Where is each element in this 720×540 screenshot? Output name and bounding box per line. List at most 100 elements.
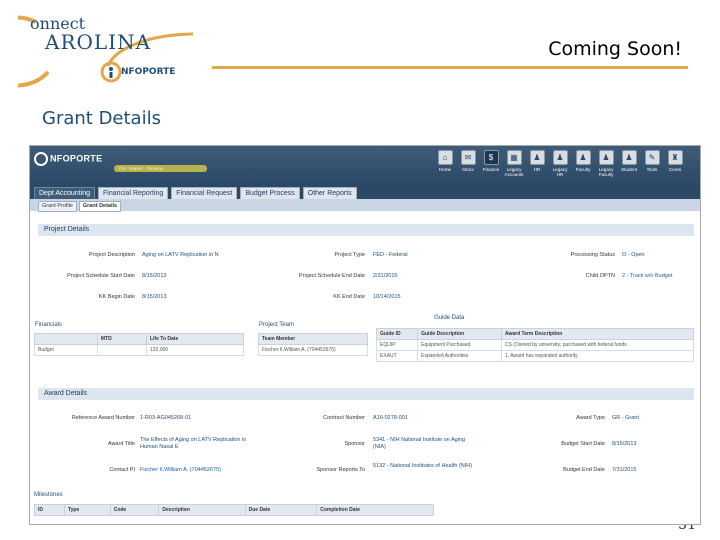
child-optn-link[interactable]: 2 - Track w/o Budget <box>622 273 672 279</box>
module-inbox[interactable]: ✉ Inbox <box>457 150 479 177</box>
field-value: 7/31/2015 <box>612 467 637 473</box>
field-value: 8/15/2013 <box>142 273 167 279</box>
column-header: Guide Description <box>417 328 502 340</box>
field-label: Project Schedule End Date <box>298 273 365 279</box>
column-header: Team Member <box>258 333 368 345</box>
dollar-icon: $ <box>483 150 499 165</box>
module-finance[interactable]: $ Finance <box>480 150 502 177</box>
module-label: HR <box>533 167 541 172</box>
module-label: Home <box>438 167 452 172</box>
column-header <box>34 333 98 345</box>
table-row: Budget 132,000 <box>34 344 245 356</box>
field-label: Processing Status <box>570 252 615 258</box>
table-cell: Expanded Authorities <box>417 350 502 362</box>
infoporte-logo[interactable]: NFOPORTE <box>34 152 102 166</box>
slide-title: Coming Soon! <box>548 38 682 60</box>
module-label: Finance <box>482 167 500 172</box>
field-value: A16-0278-001 <box>373 415 408 421</box>
field-value: FED - Federal <box>373 252 408 258</box>
people-icon: ♟ <box>575 150 591 165</box>
field-label: KK End Date <box>333 294 365 300</box>
table-row: EQUIP Equipment Purchased CS (Owned by u… <box>375 339 695 351</box>
table-cell: EXAUT <box>375 350 419 362</box>
field-value: 10/14/2015 <box>373 294 401 300</box>
app-header: NFOPORTE Fin · Report · Develop ⌂ Home ✉ I… <box>30 146 700 184</box>
field-label: Contact PI <box>109 467 135 473</box>
subtab-grant-details[interactable]: Grant Details <box>78 201 122 212</box>
infoporte-logo-text: NFOPORTE <box>50 153 103 164</box>
module-legacy-faculty[interactable]: ♟ Legacy Faculty <box>595 150 617 177</box>
module-bar: ⌂ Home ✉ Inbox $ Finance ▦ Legacy Accounts ♟… <box>434 150 687 177</box>
people-icon: ♟ <box>529 150 545 165</box>
field-label: Sponsor Reports To <box>316 467 365 473</box>
module-label: Legacy Accounts <box>504 167 524 177</box>
logo-line2: AROLINA <box>45 30 152 54</box>
slide-subtitle: Grant Details <box>42 108 161 129</box>
table-cell: CS (Owned by university; purchased with … <box>500 339 695 351</box>
column-header: ID <box>34 504 65 516</box>
field-value: 5132 - National Institutes of Health (NI… <box>373 463 473 469</box>
sub-tabs: Grant Profile Grant Details <box>30 199 700 212</box>
table-cell: Fischer II,William A. (704452675) <box>258 344 368 356</box>
module-label: Legacy Faculty <box>598 167 614 177</box>
connect-carolina-logo: onnect AROLINA NFOPORTE <box>0 12 198 96</box>
project-details-header: Project Details <box>38 224 694 236</box>
field-value: The Effects of Aging on LATV Replication… <box>140 437 247 450</box>
table-row: Fischer II,William A. (704452675) <box>258 344 368 356</box>
table-cell: EQUIP <box>375 339 419 351</box>
field-label: Child OPTN <box>585 273 615 279</box>
table-cell: Budget <box>34 344 98 356</box>
guide-data-table: Guide ID Guide Description Award Term De… <box>375 328 695 362</box>
people-icon: ♟ <box>598 150 614 165</box>
award-details-header: Award Details <box>38 388 694 400</box>
field-value: 2/31/2015 <box>373 273 398 279</box>
column-header: MTD <box>96 333 147 345</box>
module-label: Legacy HR <box>552 167 568 177</box>
milestones-title: Milestones <box>34 492 63 498</box>
student-icon: ♟ <box>621 150 637 165</box>
people-icon: ♟ <box>552 150 568 165</box>
module-home[interactable]: ⌂ Home <box>434 150 456 177</box>
field-value: 8/15/2013 <box>612 441 637 447</box>
field-value: 5341 - NIH National Institute on Aging (… <box>373 437 466 450</box>
column-header: Completion Date <box>316 504 434 516</box>
module-cores[interactable]: ♜ Cores <box>664 150 686 177</box>
module-label: Tools <box>646 167 658 172</box>
module-legacy-hr[interactable]: ♟ Legacy HR <box>549 150 571 177</box>
column-header: Life To Date <box>145 333 245 345</box>
module-hr[interactable]: ♟ HR <box>526 150 548 177</box>
field-label: Project Schedule Start Date <box>67 273 135 279</box>
module-label: Inbox <box>462 167 474 172</box>
column-header: Due Date <box>244 504 318 516</box>
project-team-table: Team Member Fischer II,William A. (70445… <box>258 333 368 356</box>
breadcrumb[interactable]: Fin · Report · Develop <box>114 165 207 172</box>
home-icon: ⌂ <box>437 150 453 165</box>
field-label: Project Description <box>88 252 135 258</box>
field-label: Award Title <box>107 441 135 447</box>
contact-pi-link[interactable]: Fischer II,William A. (704452675) <box>140 467 221 473</box>
field-value: 1-R03-AG045268-01 <box>140 415 192 421</box>
module-tools[interactable]: ✎ Tools <box>641 150 663 177</box>
field-value: O - Open <box>622 252 645 258</box>
field-label: Budget Start Date <box>561 441 605 447</box>
inbox-icon: ✉ <box>460 150 476 165</box>
field-label: Project Type <box>334 252 365 258</box>
infoporte-screenshot: NFOPORTE Fin · Report · Develop ⌂ Home ✉ I… <box>29 145 701 525</box>
project-team-title: Project Team <box>259 322 294 328</box>
subtab-grant-profile[interactable]: Grant Profile <box>38 201 77 212</box>
title-rule <box>212 66 688 69</box>
module-label: Faculty <box>575 167 591 172</box>
main-tabs: Dept Accounting Financial Reporting Fina… <box>30 184 700 200</box>
guide-data-title: Guide Data <box>434 315 465 321</box>
table-cell: Equipment Purchased <box>417 339 502 351</box>
module-legacy-accounts[interactable]: ▦ Legacy Accounts <box>503 150 525 177</box>
module-faculty[interactable]: ♟ Faculty <box>572 150 594 177</box>
field-value: GR - Grant <box>612 415 639 421</box>
field-label: Sponsor <box>344 441 366 447</box>
financials-table: MTD Life To Date Budget 132,000 <box>34 333 245 356</box>
module-student[interactable]: ♟ Student <box>618 150 640 177</box>
column-header: Guide ID <box>375 328 419 340</box>
milestones-table: ID Type Code Description Due Date Comple… <box>34 504 434 516</box>
column-header: Award Term Description <box>500 328 695 340</box>
module-label: Cores <box>668 167 682 172</box>
